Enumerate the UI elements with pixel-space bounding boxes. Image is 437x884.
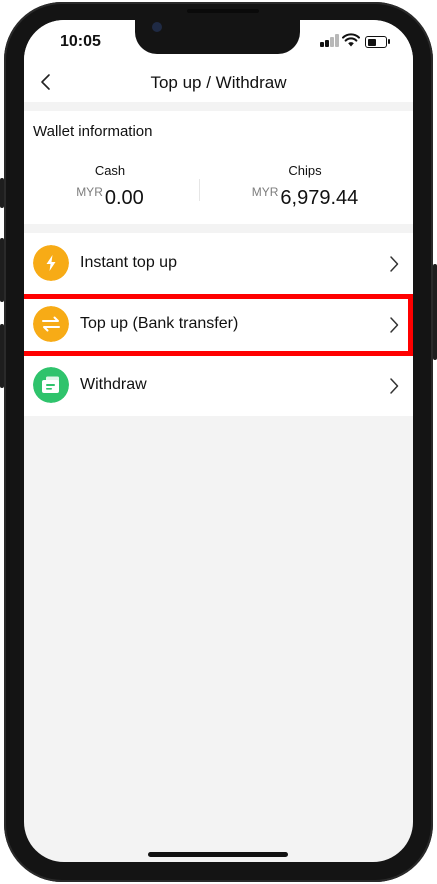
cash-label: Cash — [94, 163, 126, 178]
wallet-title: Wallet information — [33, 123, 153, 140]
withdraw-item[interactable]: Withdraw — [24, 355, 413, 416]
signal-bar-4 — [335, 34, 339, 47]
page-title: Top up / Withdraw — [150, 73, 287, 92]
cash-amount: 0.00 — [104, 187, 144, 209]
wifi-icon — [342, 33, 360, 47]
home-indicator — [148, 852, 288, 857]
chips-currency: MYR — [251, 185, 279, 199]
chips-label: Chips — [288, 163, 322, 178]
instant-top-up-item[interactable]: Instant top up — [24, 233, 413, 294]
lightning-icon — [33, 245, 69, 281]
nav-bar: Top up / Withdraw — [24, 64, 413, 102]
screen: 10:05 Top up / Withdraw Wallet informati… — [24, 20, 413, 862]
cash-currency: MYR — [76, 185, 103, 199]
battery-icon — [365, 36, 387, 48]
withdraw-label: Withdraw — [80, 376, 147, 393]
volume-up-button — [0, 238, 4, 302]
status-time: 10:05 — [60, 33, 101, 50]
chevron-right-icon — [390, 317, 399, 333]
action-button — [0, 178, 4, 208]
signal-bar-1 — [320, 42, 324, 47]
wallet-icon — [33, 367, 69, 403]
chevron-right-icon — [390, 378, 399, 394]
wallet-card: Wallet information Cash MYR 0.00 Chips MY… — [24, 111, 413, 224]
front-camera — [152, 22, 162, 32]
bank-transfer-top-up-item[interactable]: Top up (Bank transfer) — [24, 294, 413, 355]
instant-top-up-label: Instant top up — [80, 254, 177, 271]
signal-bar-3 — [330, 37, 334, 47]
chips-column: Chips MYR 6,979.44 — [210, 163, 400, 210]
transfer-arrows-icon — [33, 306, 69, 342]
earpiece-speaker — [187, 9, 259, 13]
chips-amount: 6,979.44 — [280, 187, 359, 209]
volume-down-button — [0, 324, 4, 388]
action-menu: Instant top up Top up (Bank transfer) Wi… — [24, 233, 413, 416]
cash-column: Cash MYR 0.00 — [24, 163, 205, 210]
chevron-right-icon — [390, 256, 399, 272]
signal-bar-2 — [325, 40, 329, 47]
power-button — [433, 264, 437, 360]
battery-tip — [388, 39, 390, 44]
bank-transfer-label: Top up (Bank transfer) — [80, 315, 239, 332]
column-divider — [199, 179, 200, 201]
